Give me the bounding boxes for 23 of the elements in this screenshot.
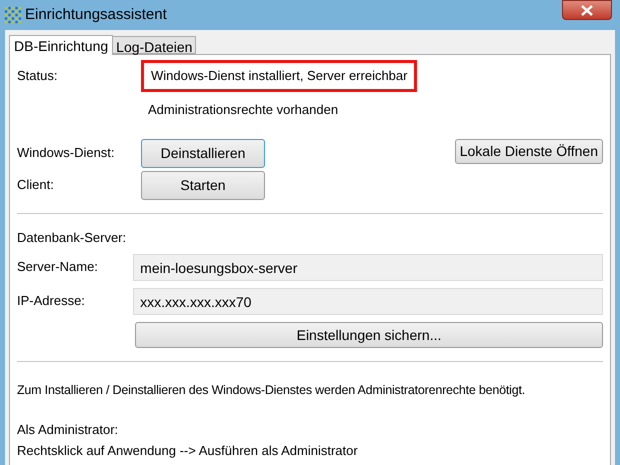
status-label: Status: — [17, 67, 58, 86]
info-text: Als Administrator: — [17, 420, 120, 439]
field-label: IP-Adresse: — [17, 292, 86, 310]
input-field[interactable]: mein-loesungsbox-server — [133, 254, 603, 281]
close-button[interactable] — [562, 0, 612, 20]
row-label: Windows-Dienst: — [17, 144, 116, 162]
app-icon — [4, 6, 22, 24]
section-heading: Datenbank-Server: — [17, 229, 128, 247]
save-button[interactable]: Einstellungen sichern... — [135, 322, 603, 348]
tab[interactable]: Log-Dateien — [113, 36, 196, 54]
rights-note: Administrationsrechte vorhanden — [148, 101, 338, 120]
info-text: Zum Installieren / Deinstallieren des Windows-Dienstes werden Administratorenrechte benötigt. — [17, 382, 526, 399]
info-text: Rechtsklick auf Anwendung --> Ausführen als Administrator — [17, 442, 359, 460]
action-button[interactable]: Starten — [141, 171, 265, 200]
tab[interactable]: DB-Einrichtung — [9, 35, 114, 55]
action-button[interactable]: Deinstallieren — [141, 139, 265, 168]
window-title: Einrichtungsassistent — [25, 4, 167, 25]
close-icon — [581, 4, 593, 16]
input-field[interactable]: xxx.xxx.xxx.xxx70 — [133, 288, 603, 315]
status-text: Windows-Dienst installiert, Server erreichbar — [141, 60, 418, 92]
field-label: Server-Name: — [17, 258, 99, 276]
row-label: Client: — [17, 176, 55, 194]
open-services-button[interactable]: Lokale Dienste Öffnen — [454, 139, 603, 164]
